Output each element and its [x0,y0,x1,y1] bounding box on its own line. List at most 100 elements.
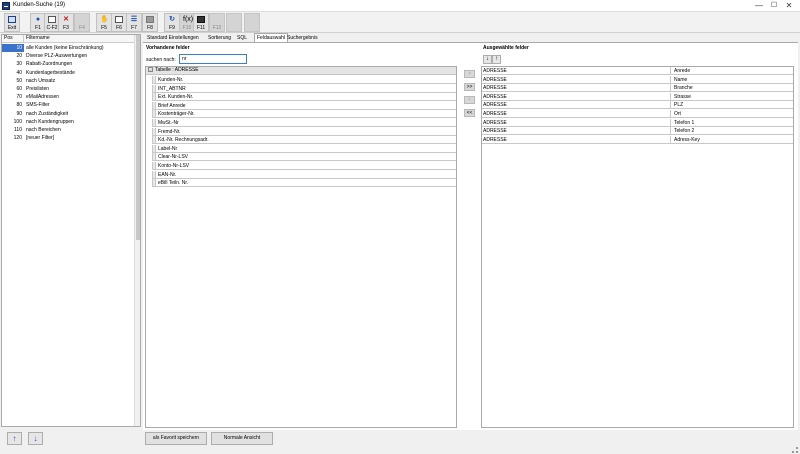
filter-row[interactable]: 110 nach Bereichen [2,126,134,134]
filter-row[interactable]: 10 alle Kunden (keine Einschränkung) [2,44,134,52]
filter-pos: 90 [16,110,22,117]
selected-field-name: Name [674,76,688,83]
filter-pos: 60 [16,86,22,92]
filter-name: nach Bereichen [26,127,61,133]
filter-row[interactable]: 60 Preislisten [2,85,134,93]
selected-field-name: Telefon 2 [674,128,695,135]
selected-field-row[interactable]: ADRESSE Adress-Key [482,135,793,144]
normal-view-button[interactable]: Normale Ansicht [211,432,273,445]
selected-field-name: Strasse [674,93,691,100]
available-field-row[interactable]: Konto-Nr-LSV [152,162,456,170]
available-fields-title: Vorhandene felder [146,45,190,51]
hand-icon: ✋ [100,16,109,23]
remove-field-button[interactable]: < [464,96,475,104]
move-field-up-button[interactable]: ↑ [492,55,501,64]
filter-row[interactable]: 100 nach Kundengruppen [2,118,134,126]
toolbar-button-f9[interactable]: ↻ F9 [164,13,180,32]
available-field-row[interactable]: MwSt.-Nr [152,119,456,127]
toolbar-button-f6[interactable]: F6 [111,13,127,32]
film-icon [197,16,205,23]
refresh-icon: ↻ [169,16,175,23]
row-indicator [153,84,156,92]
add-field-button[interactable]: > [464,70,475,78]
remove-all-fields-button[interactable]: << [464,109,475,117]
available-field-row[interactable]: Label-Nr [152,144,456,153]
available-field-row[interactable]: eBill Teiln. Nr. [152,179,456,188]
selected-field-name: Anrede [674,68,691,74]
filter-list-header-name[interactable]: Filtername [24,35,134,43]
close-button[interactable]: ✕ [782,0,796,12]
toolbar-button-f11[interactable]: F11 [193,13,209,32]
add-all-fields-button[interactable]: >> [464,83,475,91]
available-fields-grid: - Tabelle : ADRESSE Kunden-Nr. INT_ABTNR Ex… [145,66,457,428]
selected-field-row[interactable]: ADRESSE Telefon 2 [482,127,793,136]
scrollbar-thumb[interactable] [136,35,140,240]
selected-field-row[interactable]: ADRESSE Anrede [482,67,793,75]
move-filter-down-button[interactable]: ↓ [28,432,43,445]
toolbar-button-f8[interactable]: F8 [142,13,158,32]
move-field-down-button[interactable]: ↓ [483,55,492,64]
selected-field-row[interactable]: ADRESSE Strasse [482,92,793,101]
toolbar: Exit ● F1 C-F2 ✕ F3 F4 ✋ F5 F6 ☰ F7 F8 ↻ F9 f(x) F10 F11 F… [0,12,800,33]
selected-field-row[interactable]: ADRESSE Ort [482,110,793,118]
resize-grip[interactable] [792,447,798,453]
filter-row[interactable]: 30 Rabatt-Zuordnungen [2,60,134,68]
filter-list-header-pos[interactable]: Pos [2,35,24,43]
list-icon: ☰ [130,16,138,23]
row-indicator [153,101,156,109]
selected-field-row[interactable]: ADRESSE Branche [482,84,793,93]
available-field-row[interactable]: EAN-Nr. [152,170,456,179]
field-name: Label-Nr [158,145,178,152]
group-row-adresse[interactable]: - Tabelle : ADRESSE [146,67,456,75]
available-field-row[interactable]: Kd.-Nr. Rechnungsadr. [152,136,456,145]
toolbar-button-f7[interactable]: ☰ F7 [126,13,142,32]
toolbar-button-label: F11 [196,25,206,31]
toolbar-button-f5[interactable]: ✋ F5 [96,13,112,32]
field-name: eBill Teiln. Nr. [158,180,189,187]
exit-door-icon [8,16,16,23]
filter-name: Rabatt-Zuordnungen [26,61,73,68]
blank-icon [230,16,238,23]
available-field-row[interactable]: Ext. Kunden-Nr. [152,93,456,102]
available-field-row[interactable]: Fremd-Nr. [152,127,456,136]
filter-name: Preislisten [26,86,50,92]
selected-table-name: ADRESSE [483,135,671,144]
toolbar-button-exit[interactable]: Exit [4,13,20,32]
field-name: Kunden-Nr. [158,77,184,83]
filter-row[interactable]: 90 nach Zuständigkeit [2,110,134,118]
filter-row[interactable]: 40 Kundenlagerbestände [2,69,134,77]
available-field-row[interactable]: Clear-Nr-LSV [152,153,456,162]
filter-row[interactable]: 80 SMS-Filter [2,101,134,109]
toolbar-button-f3[interactable]: ✕ F3 [58,13,74,32]
delete-icon: ✕ [63,16,69,23]
search-input[interactable] [179,54,247,64]
row-indicator [153,93,156,101]
filter-row[interactable]: 20 Diverse PLZ-Auswertungen [2,52,134,60]
selected-field-row[interactable]: ADRESSE PLZ [482,101,793,110]
row-indicator [153,153,156,161]
move-filter-up-button[interactable]: ↑ [7,432,22,445]
filter-row[interactable]: 120 [neuer Filter] [2,134,134,142]
filter-pos: 30 [16,61,22,68]
selected-field-row[interactable]: ADRESSE Name [482,75,793,84]
filter-row[interactable]: 50 nach Umsatz [2,77,134,85]
collapse-icon[interactable]: - [148,67,153,73]
filter-list-scrollbar[interactable] [134,35,140,426]
toolbar-button-f4[interactable]: F4 [74,13,90,32]
filter-row[interactable]: 70 eMailAdressen [2,93,134,101]
maximize-button[interactable]: ☐ [767,0,781,12]
save-favorite-button[interactable]: als Favorit speichern [145,432,207,445]
toolbar-button-f12[interactable]: F12 [209,13,225,32]
available-field-row[interactable]: Kunden-Nr. [152,76,456,84]
filter-name: [neuer Filter] [26,135,55,142]
filter-pos: 80 [16,102,22,109]
minimize-button[interactable]: — [752,0,766,12]
available-field-row[interactable]: INT_ABTNR [152,84,456,93]
toolbar-button-blank-14[interactable] [244,13,260,32]
field-name: Ext. Kunden-Nr. [158,94,194,101]
filter-name: nach Zuständigkeit [26,110,68,117]
toolbar-button-blank-13[interactable] [226,13,242,32]
selected-field-row[interactable]: ADRESSE Telefon 1 [482,118,793,127]
available-field-row[interactable]: Kostenträger-Nr. [152,110,456,119]
available-field-row[interactable]: Brief Anrede [152,101,456,110]
